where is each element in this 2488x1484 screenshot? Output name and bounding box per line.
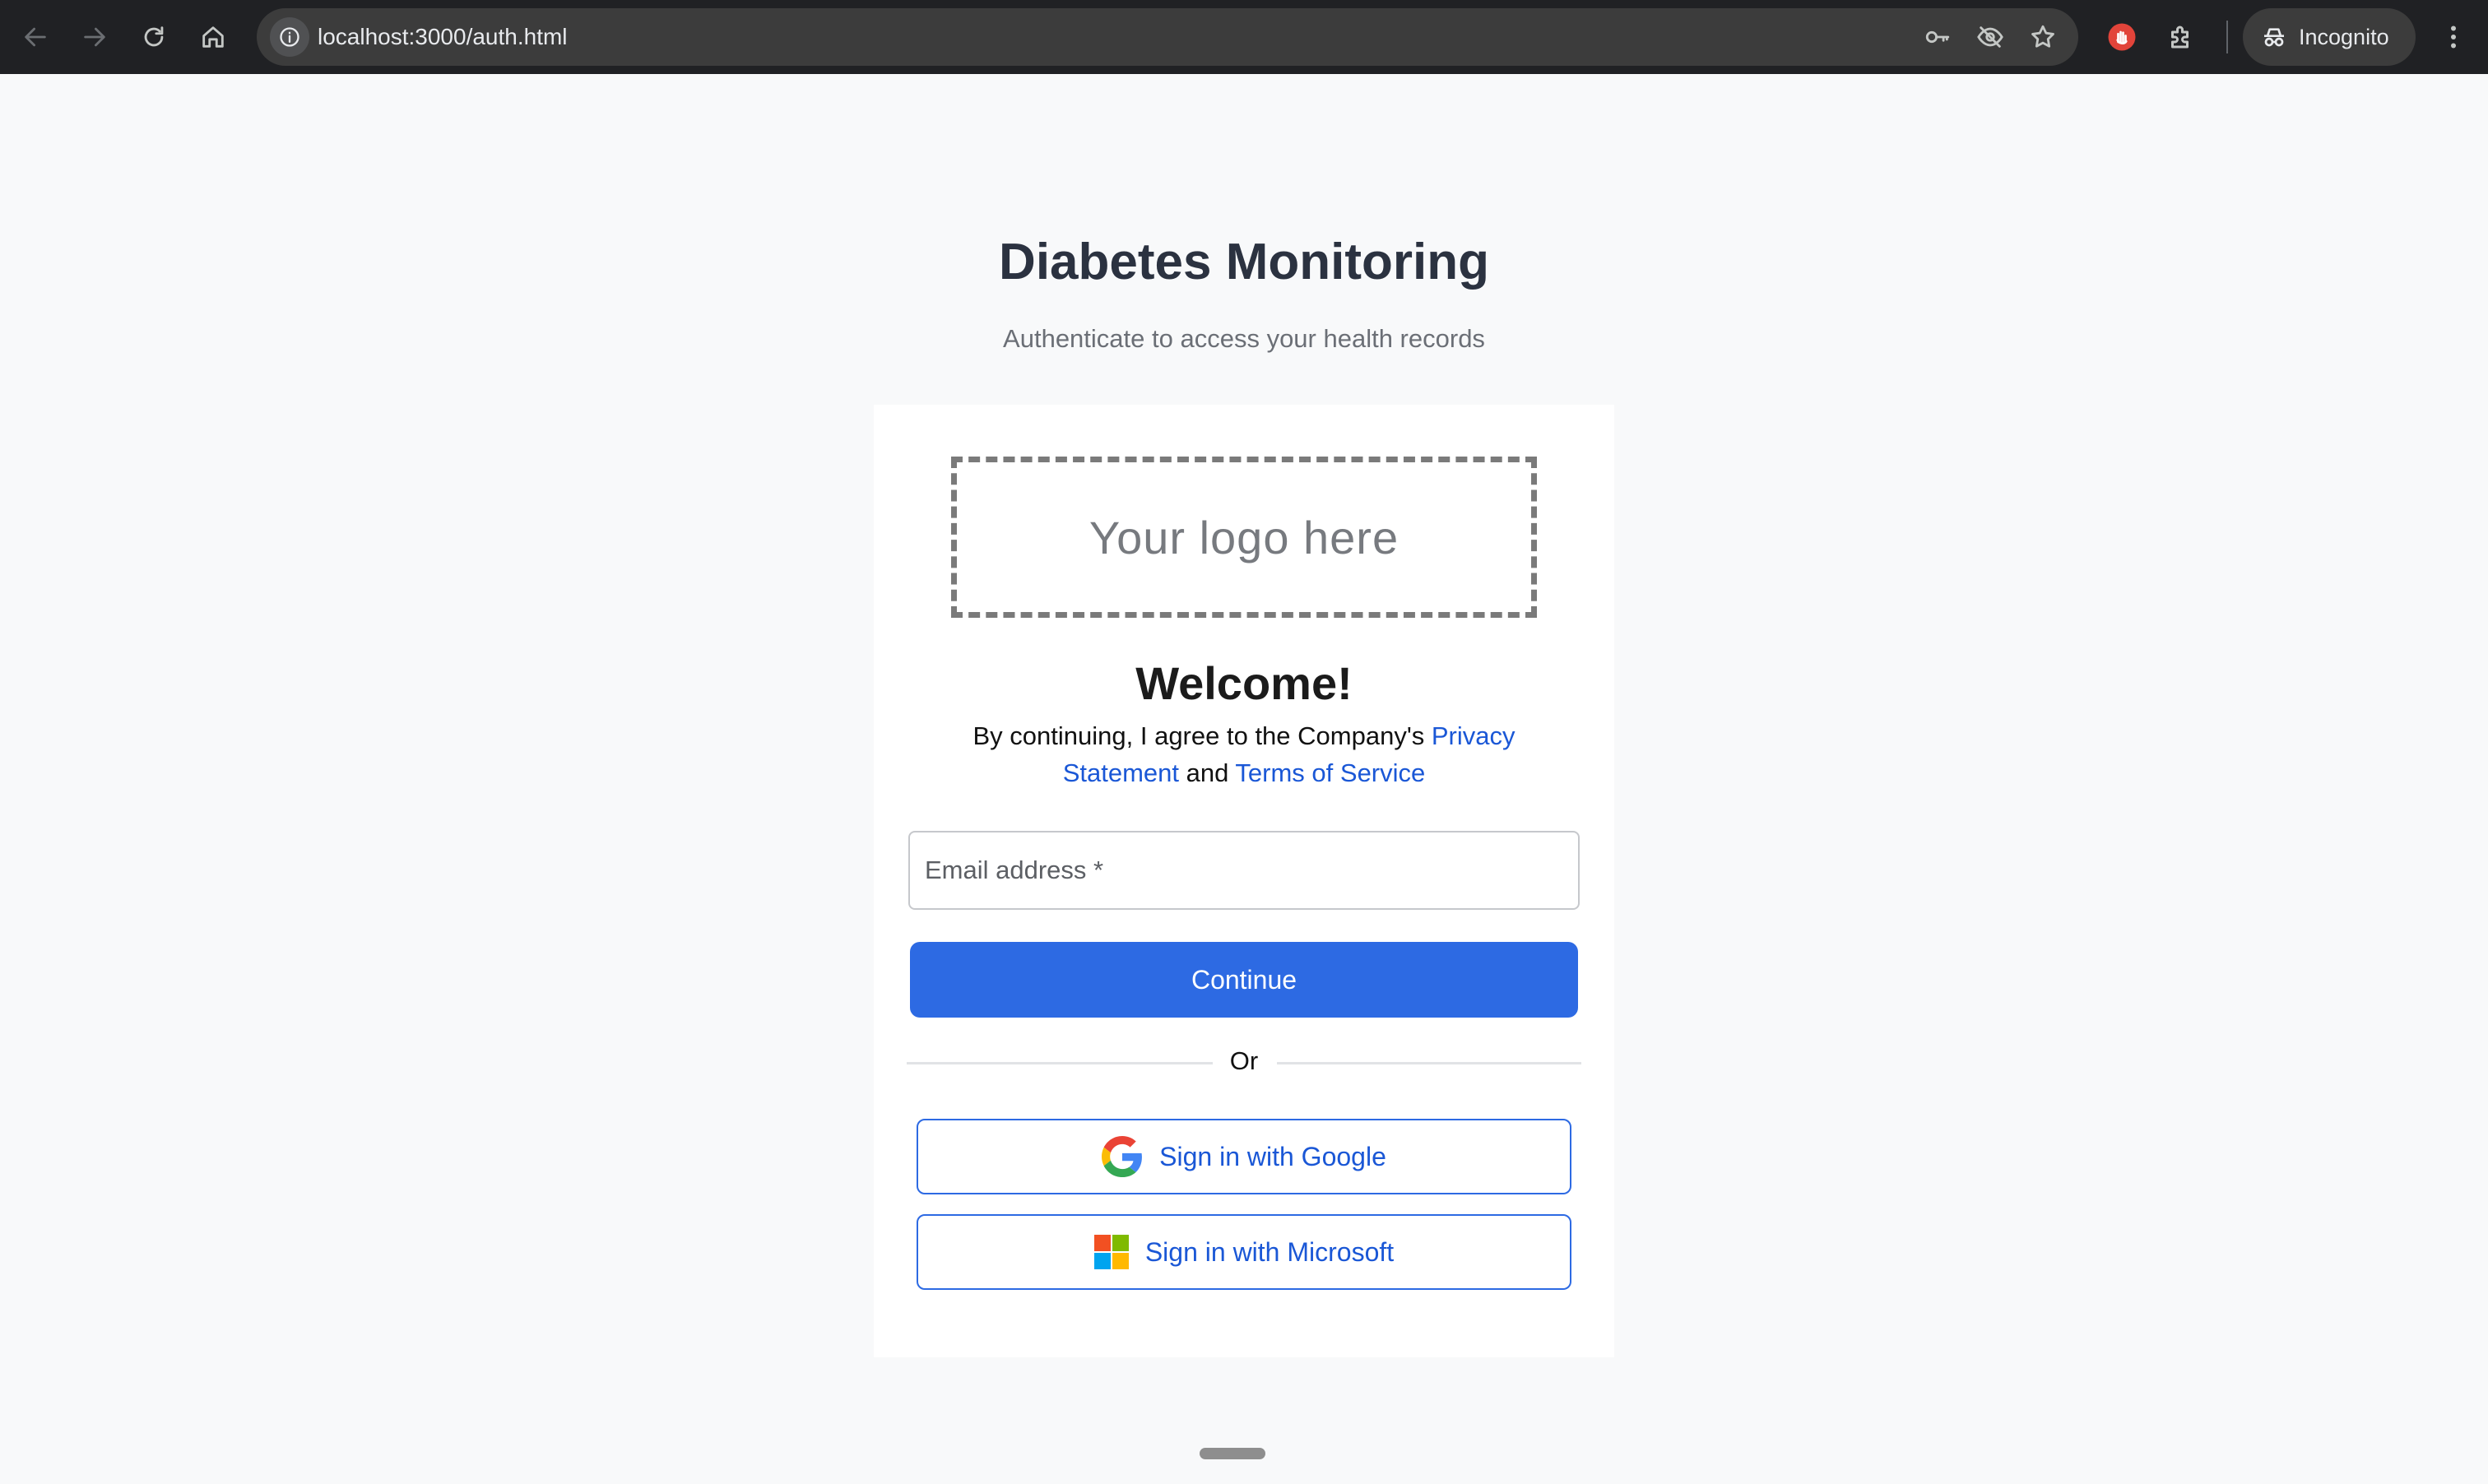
url-text[interactable]: localhost:3000/auth.html (318, 8, 568, 66)
key-icon (1925, 30, 1950, 44)
legal-prefix: By continuing, I agree to the Company's (972, 721, 1432, 750)
microsoft-icon (1093, 1235, 1129, 1269)
reload-icon (144, 26, 164, 47)
password-key-button[interactable] (1919, 18, 1957, 56)
tracking-protection-button[interactable] (1971, 18, 2009, 56)
page-title: Diabetes Monitoring (999, 234, 1489, 290)
continue-button[interactable]: Continue (910, 942, 1578, 1018)
google-icon (1102, 1136, 1143, 1177)
more-vert-icon (2451, 26, 2456, 49)
hand-stop-icon (2108, 23, 2136, 51)
legal-notice: By continuing, I agree to the Company's … (948, 717, 1540, 791)
microsoft-signin-label: Sign in with Microsoft (1144, 1236, 1395, 1267)
extension-button[interactable] (2100, 15, 2144, 59)
forward-button[interactable] (72, 15, 117, 59)
email-field[interactable] (908, 831, 1580, 910)
info-icon (280, 27, 299, 47)
logo-placeholder: Your logo here (951, 457, 1537, 618)
arrow-right-icon (84, 27, 105, 47)
incognito-label: Incognito (2299, 24, 2389, 49)
browser-toolbar: localhost:3000/auth.html Incognito (0, 0, 2488, 74)
divider-or: Or (1229, 1046, 1259, 1075)
google-signin-button[interactable]: Sign in with Google (917, 1119, 1571, 1194)
back-button[interactable] (13, 15, 58, 59)
divider-line-right (1277, 1062, 1581, 1064)
address-bar[interactable]: localhost:3000/auth.html (257, 8, 2078, 66)
star-icon (2031, 25, 2054, 48)
incognito-icon (2264, 28, 2284, 47)
eye-off-icon (1977, 26, 2003, 48)
bookmark-button[interactable] (2024, 18, 2062, 56)
scroll-handle[interactable] (1200, 1448, 1265, 1459)
welcome-heading: Welcome! (1135, 657, 1353, 709)
legal-and: and (1179, 758, 1236, 787)
arrow-left-icon (25, 27, 46, 47)
site-info-button[interactable] (270, 17, 309, 57)
terms-of-service-link[interactable]: Terms of Service (1235, 758, 1425, 787)
puzzle-icon (2171, 26, 2189, 49)
home-button[interactable] (191, 15, 235, 59)
reload-button[interactable] (132, 15, 176, 59)
browser-menu-button[interactable] (2437, 15, 2470, 59)
home-icon (202, 26, 224, 48)
page-subtitle: Authenticate to access your health recor… (1003, 324, 1485, 353)
extensions-menu-button[interactable] (2159, 15, 2203, 59)
incognito-profile-button[interactable]: Incognito (2243, 8, 2416, 66)
microsoft-signin-button[interactable]: Sign in with Microsoft (917, 1214, 1571, 1290)
google-signin-label: Sign in with Google (1159, 1141, 1386, 1171)
logo-placeholder-text: Your logo here (1088, 511, 1400, 563)
toolbar-separator (2226, 21, 2228, 53)
auth-card: Your logo here Welcome! By continuing, I… (874, 405, 1614, 1357)
